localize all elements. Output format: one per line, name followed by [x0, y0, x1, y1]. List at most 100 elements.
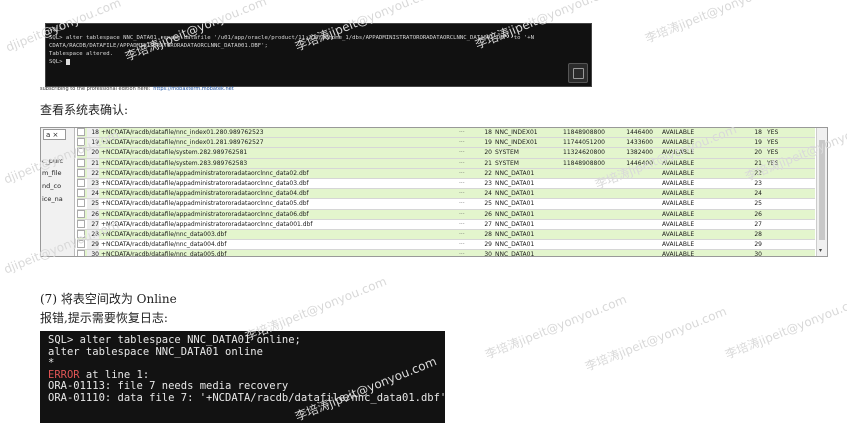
cell-auto[interactable]: YES: [767, 128, 797, 137]
ellipsis-icon[interactable]: ···: [459, 169, 469, 178]
cell-n[interactable]: 19: [87, 138, 99, 148]
cell-status[interactable]: AVAILABLE: [662, 148, 722, 157]
cell-ts[interactable]: NNC_DATA01: [495, 220, 555, 229]
ellipsis-icon[interactable]: ···: [459, 220, 469, 229]
table-row[interactable]: 20 +NCDATA/racdb/datafile/system.282.9897…: [77, 148, 815, 159]
row-checkbox[interactable]: [77, 229, 85, 238]
cell-fno[interactable]: 28: [727, 230, 762, 239]
cell-file[interactable]: +NCDATA/racdb/datafile/nnc_index01.280.9…: [101, 128, 431, 137]
moba-link[interactable]: https://mobaxterm.mobatek.net: [153, 86, 233, 92]
cell-ts[interactable]: NNC_DATA01: [495, 199, 555, 208]
row-checkbox[interactable]: [77, 148, 85, 157]
cell-n[interactable]: 30: [87, 250, 99, 256]
cell-ts[interactable]: NNC_DATA01: [495, 169, 555, 178]
cell-id[interactable]: 24: [472, 189, 492, 198]
cell-id[interactable]: 25: [472, 199, 492, 208]
ellipsis-icon[interactable]: ···: [459, 210, 469, 219]
cell-fno[interactable]: 25: [727, 199, 762, 208]
ellipsis-icon[interactable]: ···: [459, 230, 469, 239]
cell-file[interactable]: +NCDATA/racdb/datafile/nnc_index01.281.9…: [101, 138, 431, 147]
terminal-bottom[interactable]: SQL> alter tablespace NNC_DATA01 online;…: [40, 331, 446, 423]
object-item[interactable]: nd_co: [42, 182, 61, 190]
cell-status[interactable]: AVAILABLE: [662, 250, 722, 256]
cell-n[interactable]: 21: [87, 158, 99, 168]
cell-status[interactable]: AVAILABLE: [662, 189, 722, 198]
cell-status[interactable]: AVAILABLE: [662, 210, 722, 219]
cell-status[interactable]: AVAILABLE: [662, 128, 722, 137]
cell-blocks[interactable]: 1446400: [607, 159, 653, 168]
row-checkbox[interactable]: [77, 199, 85, 208]
datafile-grid[interactable]: a × c_purc m_file nd_co ice_na 18 +NCDATA…: [40, 127, 828, 257]
cell-n[interactable]: 26: [87, 209, 99, 219]
cell-file[interactable]: +NCDATA/racdb/datafile/nnc_data005.dbf: [101, 250, 431, 256]
cell-fno[interactable]: 22: [727, 169, 762, 178]
cell-ts[interactable]: NNC_DATA01: [495, 189, 555, 198]
object-item[interactable]: ice_na: [42, 195, 63, 203]
cell-fno[interactable]: 24: [727, 189, 762, 198]
cell-n[interactable]: 27: [87, 219, 99, 229]
cell-auto[interactable]: YES: [767, 148, 797, 157]
cell-fno[interactable]: 27: [727, 220, 762, 229]
scroll-down-icon[interactable]: ▾: [819, 247, 822, 254]
cell-bytes[interactable]: 11324620800: [555, 148, 605, 157]
cell-file[interactable]: +NCDATA/racdb/datafile/appadministratoro…: [101, 199, 431, 208]
cell-status[interactable]: AVAILABLE: [662, 240, 722, 249]
cell-status[interactable]: AVAILABLE: [662, 179, 722, 188]
cell-ts[interactable]: NNC_DATA01: [495, 250, 555, 256]
cell-ts[interactable]: SYSTEM: [495, 148, 555, 157]
ellipsis-icon[interactable]: ···: [459, 189, 469, 198]
cell-bytes[interactable]: 11848908800: [555, 128, 605, 137]
cell-status[interactable]: AVAILABLE: [662, 230, 722, 239]
cell-id[interactable]: 18: [472, 128, 492, 137]
row-checkbox[interactable]: [77, 138, 85, 147]
cell-ts[interactable]: NNC_INDEX01: [495, 138, 555, 147]
mobaxterm-icon[interactable]: [568, 63, 588, 83]
ellipsis-icon[interactable]: ···: [459, 148, 469, 157]
cell-bytes[interactable]: 11848908800: [555, 159, 605, 168]
cell-status[interactable]: AVAILABLE: [662, 169, 722, 178]
object-item[interactable]: m_file: [42, 169, 61, 177]
table-row[interactable]: 23 +NCDATA/racdb/datafile/appadministrato…: [77, 178, 815, 190]
ellipsis-icon[interactable]: ···: [459, 240, 469, 249]
cell-status[interactable]: AVAILABLE: [662, 138, 722, 147]
table-row[interactable]: 26 +NCDATA/racdb/datafile/appadministrato…: [77, 209, 815, 220]
scrollbar-thumb[interactable]: [819, 140, 825, 240]
ellipsis-icon[interactable]: ···: [459, 250, 469, 256]
cell-n[interactable]: 25: [87, 199, 99, 209]
table-row[interactable]: 19 +NCDATA/racdb/datafile/nnc_index01.281…: [77, 138, 815, 149]
cell-n[interactable]: 29: [87, 240, 99, 250]
cell-id[interactable]: 27: [472, 220, 492, 229]
table-row[interactable]: 24 +NCDATA/racdb/datafile/appadministrato…: [77, 189, 815, 200]
table-row[interactable]: 30 +NCDATA/racdb/datafile/nnc_data005.dbf…: [77, 250, 815, 256]
row-checkbox[interactable]: [77, 240, 85, 249]
row-checkbox[interactable]: [77, 178, 85, 187]
cell-ts[interactable]: NNC_DATA01: [495, 179, 555, 188]
cell-file[interactable]: +NCDATA/racdb/datafile/appadministratoro…: [101, 169, 431, 178]
ellipsis-icon[interactable]: ···: [459, 159, 469, 168]
object-tab[interactable]: a ×: [43, 129, 66, 140]
table-row[interactable]: 25 +NCDATA/racdb/datafile/appadministrato…: [77, 199, 815, 210]
cell-n[interactable]: 23: [87, 178, 99, 189]
cell-id[interactable]: 21: [472, 159, 492, 168]
cell-fno[interactable]: 23: [727, 179, 762, 188]
cell-ts[interactable]: SYSTEM: [495, 159, 555, 168]
cell-file[interactable]: +NCDATA/racdb/datafile/appadministratoro…: [101, 179, 431, 188]
cell-fno[interactable]: 29: [727, 240, 762, 249]
table-row[interactable]: 27 +NCDATA/racdb/datafile/appadministrato…: [77, 219, 815, 230]
cell-auto[interactable]: YES: [767, 138, 797, 147]
cell-n[interactable]: 28: [87, 229, 99, 240]
cell-id[interactable]: 30: [472, 250, 492, 256]
table-row[interactable]: 21 +NCDATA/racdb/datafile/system.283.9897…: [77, 158, 815, 169]
cell-blocks[interactable]: 1446400: [607, 128, 653, 137]
cell-status[interactable]: AVAILABLE: [662, 199, 722, 208]
cell-id[interactable]: 26: [472, 210, 492, 219]
cell-fno[interactable]: 18: [727, 128, 762, 137]
cell-file[interactable]: +NCDATA/racdb/datafile/appadministratoro…: [101, 220, 431, 229]
cell-status[interactable]: AVAILABLE: [662, 159, 722, 168]
ellipsis-icon[interactable]: ···: [459, 138, 469, 147]
ellipsis-icon[interactable]: ···: [459, 128, 469, 137]
cell-id[interactable]: 29: [472, 240, 492, 249]
cell-n[interactable]: 20: [87, 148, 99, 158]
cell-n[interactable]: 24: [87, 189, 99, 199]
cell-ts[interactable]: NNC_DATA01: [495, 230, 555, 239]
